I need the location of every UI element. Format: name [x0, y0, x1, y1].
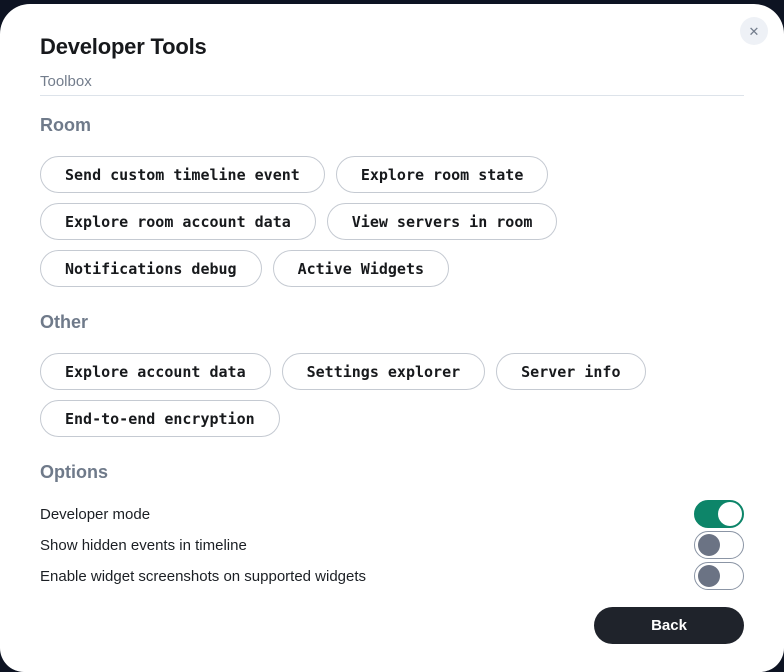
- close-icon: ✕: [749, 25, 760, 38]
- explore-room-account-data-button[interactable]: Explore room account data: [40, 203, 316, 240]
- toggle-knob: [698, 534, 720, 556]
- option-row-widget-screenshots: Enable widget screenshots on supported w…: [40, 561, 744, 591]
- send-custom-timeline-event-button[interactable]: Send custom timeline event: [40, 156, 325, 193]
- developer-mode-toggle[interactable]: [694, 500, 744, 528]
- other-button-group: Explore account data Settings explorer S…: [40, 353, 744, 437]
- dialog-footer: Back: [40, 607, 744, 644]
- settings-explorer-button[interactable]: Settings explorer: [282, 353, 486, 390]
- developer-tools-dialog: ✕ Developer Tools Toolbox Room Send cust…: [0, 4, 784, 672]
- options-list: Developer mode Show hidden events in tim…: [40, 499, 744, 591]
- section-heading-other: Other: [40, 312, 744, 333]
- option-row-developer-mode: Developer mode: [40, 499, 744, 529]
- room-button-group: Send custom timeline event Explore room …: [40, 156, 744, 287]
- end-to-end-encryption-button[interactable]: End-to-end encryption: [40, 400, 280, 437]
- dialog-title: Developer Tools: [40, 34, 744, 60]
- section-heading-room: Room: [40, 115, 744, 136]
- widget-screenshots-toggle[interactable]: [694, 562, 744, 590]
- server-info-button[interactable]: Server info: [496, 353, 645, 390]
- show-hidden-events-toggle[interactable]: [694, 531, 744, 559]
- notifications-debug-button[interactable]: Notifications debug: [40, 250, 262, 287]
- explore-account-data-button[interactable]: Explore account data: [40, 353, 271, 390]
- developer-mode-label: Developer mode: [40, 506, 150, 523]
- view-servers-in-room-button[interactable]: View servers in room: [327, 203, 558, 240]
- close-button[interactable]: ✕: [740, 17, 768, 45]
- toggle-knob: [718, 502, 742, 526]
- explore-room-state-button[interactable]: Explore room state: [336, 156, 549, 193]
- show-hidden-events-label: Show hidden events in timeline: [40, 537, 247, 554]
- option-row-show-hidden-events: Show hidden events in timeline: [40, 530, 744, 560]
- dialog-subtitle: Toolbox: [40, 73, 744, 91]
- widget-screenshots-label: Enable widget screenshots on supported w…: [40, 568, 366, 585]
- toggle-knob: [698, 565, 720, 587]
- section-heading-options: Options: [40, 462, 744, 483]
- header-divider: [40, 95, 744, 96]
- back-button[interactable]: Back: [594, 607, 744, 644]
- active-widgets-button[interactable]: Active Widgets: [273, 250, 449, 287]
